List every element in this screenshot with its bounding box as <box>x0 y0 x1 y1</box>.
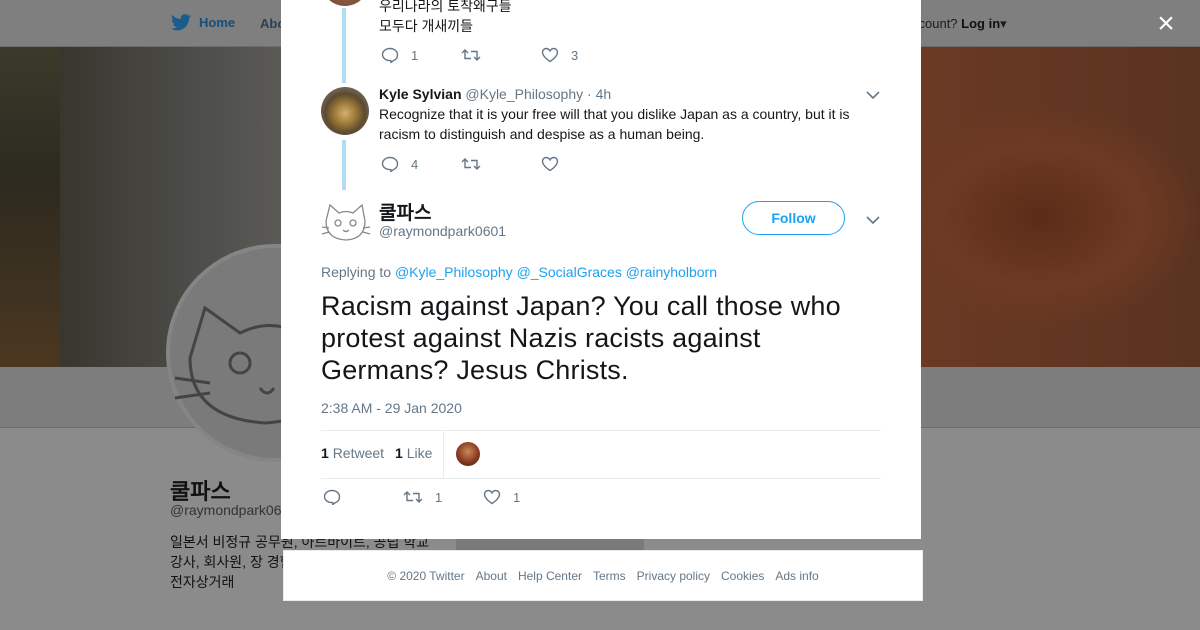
tweet-modal: 우리나라의 토착왜구들 모두다 개새끼들 1 3 Kyle Sylvian @K… <box>281 0 921 539</box>
retweet-stat[interactable]: 1 Retweet <box>321 445 384 461</box>
login-button[interactable]: Log in <box>961 16 1000 31</box>
avatar[interactable] <box>321 87 369 135</box>
heart-icon <box>541 156 559 172</box>
tweet-stats: 1 Retweet 1 Like <box>321 430 881 479</box>
footer-link-help[interactable]: Help Center <box>518 569 582 583</box>
heart-icon <box>541 47 559 63</box>
reply-button[interactable]: 1 <box>381 47 461 63</box>
retweet-icon <box>461 158 481 170</box>
copyright: © 2020 Twitter <box>387 568 465 583</box>
retweet-icon <box>461 49 481 61</box>
tweet-time[interactable]: · 4h <box>587 86 611 102</box>
twitter-bird-icon <box>171 14 191 31</box>
footer-link-ads[interactable]: Ads info <box>775 569 818 583</box>
reply-count: 1 <box>411 47 419 63</box>
divider <box>443 431 444 478</box>
reply-icon <box>381 47 399 63</box>
modal-footer: © 2020 Twitter About Help Center Terms P… <box>283 550 923 601</box>
retweet-stat-label: Retweet <box>332 445 385 461</box>
tweet-author-handle[interactable]: @Kyle_Philosophy <box>465 86 583 102</box>
retweet-count: 1 <box>435 489 443 505</box>
profile-handle: @raymondpark06 <box>170 502 282 518</box>
reply-count: 4 <box>411 156 419 172</box>
tweet-author-name[interactable]: 쿨파스 <box>379 198 431 225</box>
thread-line <box>342 8 346 83</box>
reply-icon <box>381 156 399 172</box>
tweet-actions: 4 <box>381 156 621 172</box>
footer-link-terms[interactable]: Terms <box>593 569 626 583</box>
like-stat-label: Like <box>406 445 433 461</box>
retweet-stat-count: 1 <box>321 445 329 461</box>
footer-link-cookies[interactable]: Cookies <box>721 569 764 583</box>
like-count: 1 <box>513 489 521 505</box>
retweet-button[interactable]: 1 <box>403 489 483 505</box>
liker-avatar[interactable] <box>456 442 480 466</box>
tweet-timestamp[interactable]: 2:38 AM - 29 Jan 2020 <box>321 400 462 416</box>
login-area: ccount? Log in▾ <box>912 16 1007 32</box>
mention-link[interactable]: @Kyle_Philosophy <box>395 264 513 280</box>
tweet-line: 모두다 개새끼들 <box>379 18 474 34</box>
cat-avatar-icon[interactable] <box>321 199 371 243</box>
heart-icon <box>483 489 501 505</box>
like-button[interactable] <box>541 156 621 172</box>
close-icon[interactable]: × <box>1154 9 1178 39</box>
footer-link-privacy[interactable]: Privacy policy <box>637 569 710 583</box>
tweet-actions: 1 3 <box>381 47 621 63</box>
thread-line <box>342 140 346 190</box>
caret-down-icon: ▾ <box>1000 16 1007 31</box>
reply-button[interactable] <box>323 489 403 505</box>
retweet-button[interactable] <box>461 156 541 172</box>
chevron-down-icon[interactable] <box>865 87 881 103</box>
mention-link[interactable]: @_SocialGraces <box>517 264 622 280</box>
tweet-text: Recognize that it is your free will that… <box>379 106 850 142</box>
tweet-header: Kyle Sylvian @Kyle_Philosophy · 4h <box>379 86 611 102</box>
main-tweet-text: Racism against Japan? You call those who… <box>321 291 841 385</box>
reply-icon <box>323 489 341 505</box>
tweet-text: 우리나라의 토착왜구들 모두다 개새끼들 <box>379 0 512 36</box>
tweet-line: 우리나라의 토착왜구들 <box>379 0 512 14</box>
mention-link[interactable]: @rainyholborn <box>626 264 717 280</box>
banner-edge <box>0 47 60 367</box>
reply-button[interactable]: 4 <box>381 156 461 172</box>
tweet-author-name[interactable]: Kyle Sylvian <box>379 86 462 102</box>
footer-link-about[interactable]: About <box>476 569 507 583</box>
follow-button[interactable]: Follow <box>742 201 845 235</box>
retweet-icon <box>403 491 423 503</box>
like-count: 3 <box>571 47 579 63</box>
avatar[interactable] <box>321 0 369 6</box>
home-label: Home <box>199 15 236 30</box>
like-button[interactable]: 1 <box>483 489 563 505</box>
chevron-down-icon[interactable] <box>865 212 881 228</box>
replying-label: Replying to <box>321 264 392 280</box>
tweet-author-handle[interactable]: @raymondpark0601 <box>379 223 506 239</box>
retweet-button[interactable] <box>461 47 541 63</box>
like-stat[interactable]: 1 Like <box>395 445 432 461</box>
home-nav-link[interactable]: Home <box>171 14 235 31</box>
like-button[interactable]: 3 <box>541 47 621 63</box>
replying-to: Replying to @Kyle_Philosophy @_SocialGra… <box>321 264 717 280</box>
main-tweet-actions: 1 1 <box>323 489 563 505</box>
like-stat-count: 1 <box>395 445 403 461</box>
